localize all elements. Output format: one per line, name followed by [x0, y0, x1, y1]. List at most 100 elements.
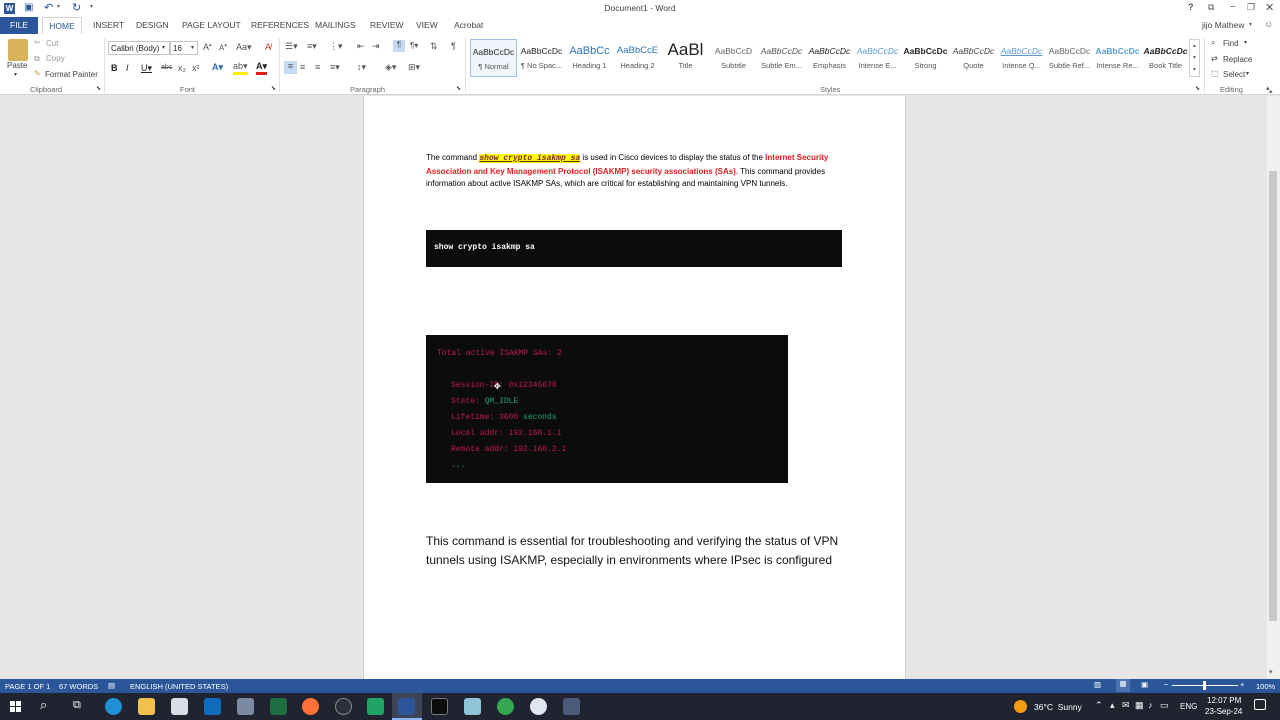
- proofing-icon[interactable]: ▤: [108, 681, 115, 690]
- bold-icon[interactable]: B: [111, 63, 118, 73]
- rtl-icon[interactable]: ¶▾: [410, 41, 418, 50]
- format-painter-icon[interactable]: ✎: [34, 69, 41, 78]
- style-intense-quote[interactable]: AaBbCcDc Intense Q...: [998, 39, 1045, 77]
- print-layout-icon[interactable]: ▦: [1116, 679, 1130, 692]
- change-case-icon[interactable]: Aa▾: [236, 42, 252, 53]
- scroll-thumb[interactable]: [1269, 171, 1277, 621]
- help-icon[interactable]: ?: [1188, 2, 1194, 12]
- save-icon[interactable]: ▣: [24, 2, 33, 13]
- show-marks-icon[interactable]: ¶: [451, 41, 456, 51]
- edge-icon[interactable]: [105, 698, 122, 715]
- excel-pinned-icon[interactable]: [367, 698, 384, 715]
- redo-icon[interactable]: ↻: [72, 1, 81, 14]
- zoom-slider[interactable]: [1172, 681, 1238, 690]
- network-icon[interactable]: ▦: [1135, 700, 1144, 711]
- replace-button[interactable]: Replace: [1223, 55, 1252, 64]
- language[interactable]: ENGLISH (UNITED STATES): [130, 682, 228, 691]
- zoom-in-icon[interactable]: +: [1240, 680, 1244, 689]
- replace-icon[interactable]: ⇄: [1211, 54, 1218, 63]
- styles-scroll[interactable]: ▴ ▾ ▾: [1189, 39, 1200, 77]
- scroll-down-icon[interactable]: ▾: [1269, 668, 1273, 676]
- find-button[interactable]: Find: [1223, 39, 1239, 48]
- battery-icon[interactable]: ▭: [1160, 700, 1169, 711]
- multilevel-list-icon[interactable]: ⋮▾: [329, 41, 343, 52]
- user-dropdown-icon[interactable]: ▾: [1249, 21, 1252, 28]
- style-subtle-reference[interactable]: AaBbCcDc Subtle Ref...: [1046, 39, 1093, 77]
- tab-review[interactable]: REVIEW: [370, 20, 404, 30]
- web-layout-icon[interactable]: ▣: [1141, 680, 1148, 689]
- tab-file[interactable]: FILE: [0, 17, 38, 34]
- paste-icon[interactable]: [8, 39, 28, 61]
- save-app-icon[interactable]: [563, 698, 580, 715]
- notepad-icon[interactable]: [464, 698, 481, 715]
- grow-font-icon[interactable]: A▴: [203, 42, 212, 52]
- find-icon[interactable]: ⌕: [1211, 38, 1215, 48]
- highlight-icon[interactable]: ab▾: [233, 61, 248, 75]
- page-count[interactable]: PAGE 1 OF 1: [5, 682, 50, 691]
- volume-icon[interactable]: ♪: [1148, 700, 1153, 710]
- style-intense-reference[interactable]: AaBbCcDc Intense Re...: [1094, 39, 1141, 77]
- paste-button[interactable]: Paste: [7, 61, 27, 70]
- italic-icon[interactable]: I: [126, 63, 129, 73]
- bullets-icon[interactable]: ☰▾: [285, 41, 298, 52]
- weather-icon[interactable]: [1014, 700, 1027, 713]
- tab-insert[interactable]: INSERT: [93, 20, 124, 30]
- closing-paragraph[interactable]: This command is essential for troublesho…: [426, 532, 844, 569]
- subscript-icon[interactable]: x₂: [178, 63, 186, 73]
- scroll-up-icon[interactable]: ▴: [1269, 87, 1273, 95]
- paste-dropdown-icon[interactable]: ▾: [14, 71, 17, 78]
- shrink-font-icon[interactable]: A▾: [219, 43, 227, 53]
- shading-icon[interactable]: ◈▾: [385, 62, 396, 73]
- font-launcher-icon[interactable]: ⬊: [271, 85, 276, 92]
- clock-date[interactable]: 23-Sep-24: [1205, 707, 1242, 716]
- smiley-icon[interactable]: ☺: [1264, 19, 1273, 29]
- user-name[interactable]: jijo Mathew: [1202, 20, 1245, 30]
- chrome-icon[interactable]: [497, 698, 514, 715]
- tab-mailings[interactable]: MAILINGS: [315, 20, 356, 30]
- style-emphasis[interactable]: AaBbCcDc Emphasis: [806, 39, 853, 77]
- justify-icon[interactable]: ≡▾: [330, 62, 340, 73]
- firefox-icon[interactable]: [302, 698, 319, 715]
- tray-chevron-icon[interactable]: ⌃: [1095, 700, 1103, 711]
- paragraph-launcher-icon[interactable]: ⬊: [456, 85, 461, 92]
- clipboard-launcher-icon[interactable]: ⬊: [96, 85, 101, 92]
- decrease-indent-icon[interactable]: ⇤: [357, 41, 365, 52]
- sort-icon[interactable]: ⇅: [430, 41, 438, 52]
- word-app-icon[interactable]: W: [4, 3, 15, 14]
- copy-button[interactable]: Copy: [46, 54, 65, 63]
- restore-icon[interactable]: ❐: [1247, 2, 1255, 13]
- style-subtitle[interactable]: AaBbCcD Subtitle: [710, 39, 757, 77]
- style-normal[interactable]: AaBbCcDc ¶ Normal: [470, 39, 517, 77]
- find-dropdown-icon[interactable]: ▾: [1244, 39, 1247, 46]
- word-taskbar-active[interactable]: [392, 693, 422, 720]
- task-view-icon[interactable]: ⧉: [73, 699, 81, 712]
- intro-paragraph[interactable]: The command show crypto isakmp sa is use…: [426, 152, 846, 191]
- strikethrough-icon[interactable]: abc: [161, 64, 172, 71]
- windows-start-icon[interactable]: [10, 701, 21, 712]
- style-heading-1[interactable]: AaBbCc Heading 1: [566, 39, 613, 77]
- font-name-box[interactable]: Calibri (Body): [108, 41, 170, 55]
- cut-button[interactable]: Cut: [46, 39, 58, 48]
- style-title[interactable]: AaBl Title: [662, 39, 709, 77]
- customize-qat-icon[interactable]: ▾: [90, 3, 93, 10]
- tray-icon[interactable]: ▴: [1110, 700, 1115, 711]
- numbering-icon[interactable]: ≡▾: [307, 41, 317, 52]
- tab-page-layout[interactable]: PAGE LAYOUT: [182, 20, 241, 30]
- underline-icon[interactable]: U▾: [141, 63, 152, 74]
- notification-icon[interactable]: [1254, 699, 1266, 710]
- font-color-icon[interactable]: A▾: [256, 61, 268, 75]
- ltr-icon[interactable]: ¶: [393, 40, 405, 52]
- outlook-icon[interactable]: [204, 698, 221, 715]
- input-language[interactable]: ENG: [1180, 702, 1197, 711]
- zoom-level[interactable]: 100%: [1256, 682, 1275, 691]
- copy-icon[interactable]: ⧉: [34, 54, 40, 64]
- styles-launcher-icon[interactable]: ⬊: [1195, 85, 1200, 92]
- excel-icon[interactable]: [270, 698, 287, 715]
- tab-view[interactable]: VIEW: [416, 20, 438, 30]
- cut-icon[interactable]: ✂: [34, 38, 41, 47]
- select-button[interactable]: Select: [1223, 70, 1245, 79]
- format-painter-button[interactable]: Format Painter: [45, 70, 98, 79]
- select-icon[interactable]: ⬚: [1211, 69, 1219, 78]
- weather-text[interactable]: 36°C Sunny: [1034, 702, 1082, 712]
- search-icon[interactable]: ⌕: [40, 697, 47, 713]
